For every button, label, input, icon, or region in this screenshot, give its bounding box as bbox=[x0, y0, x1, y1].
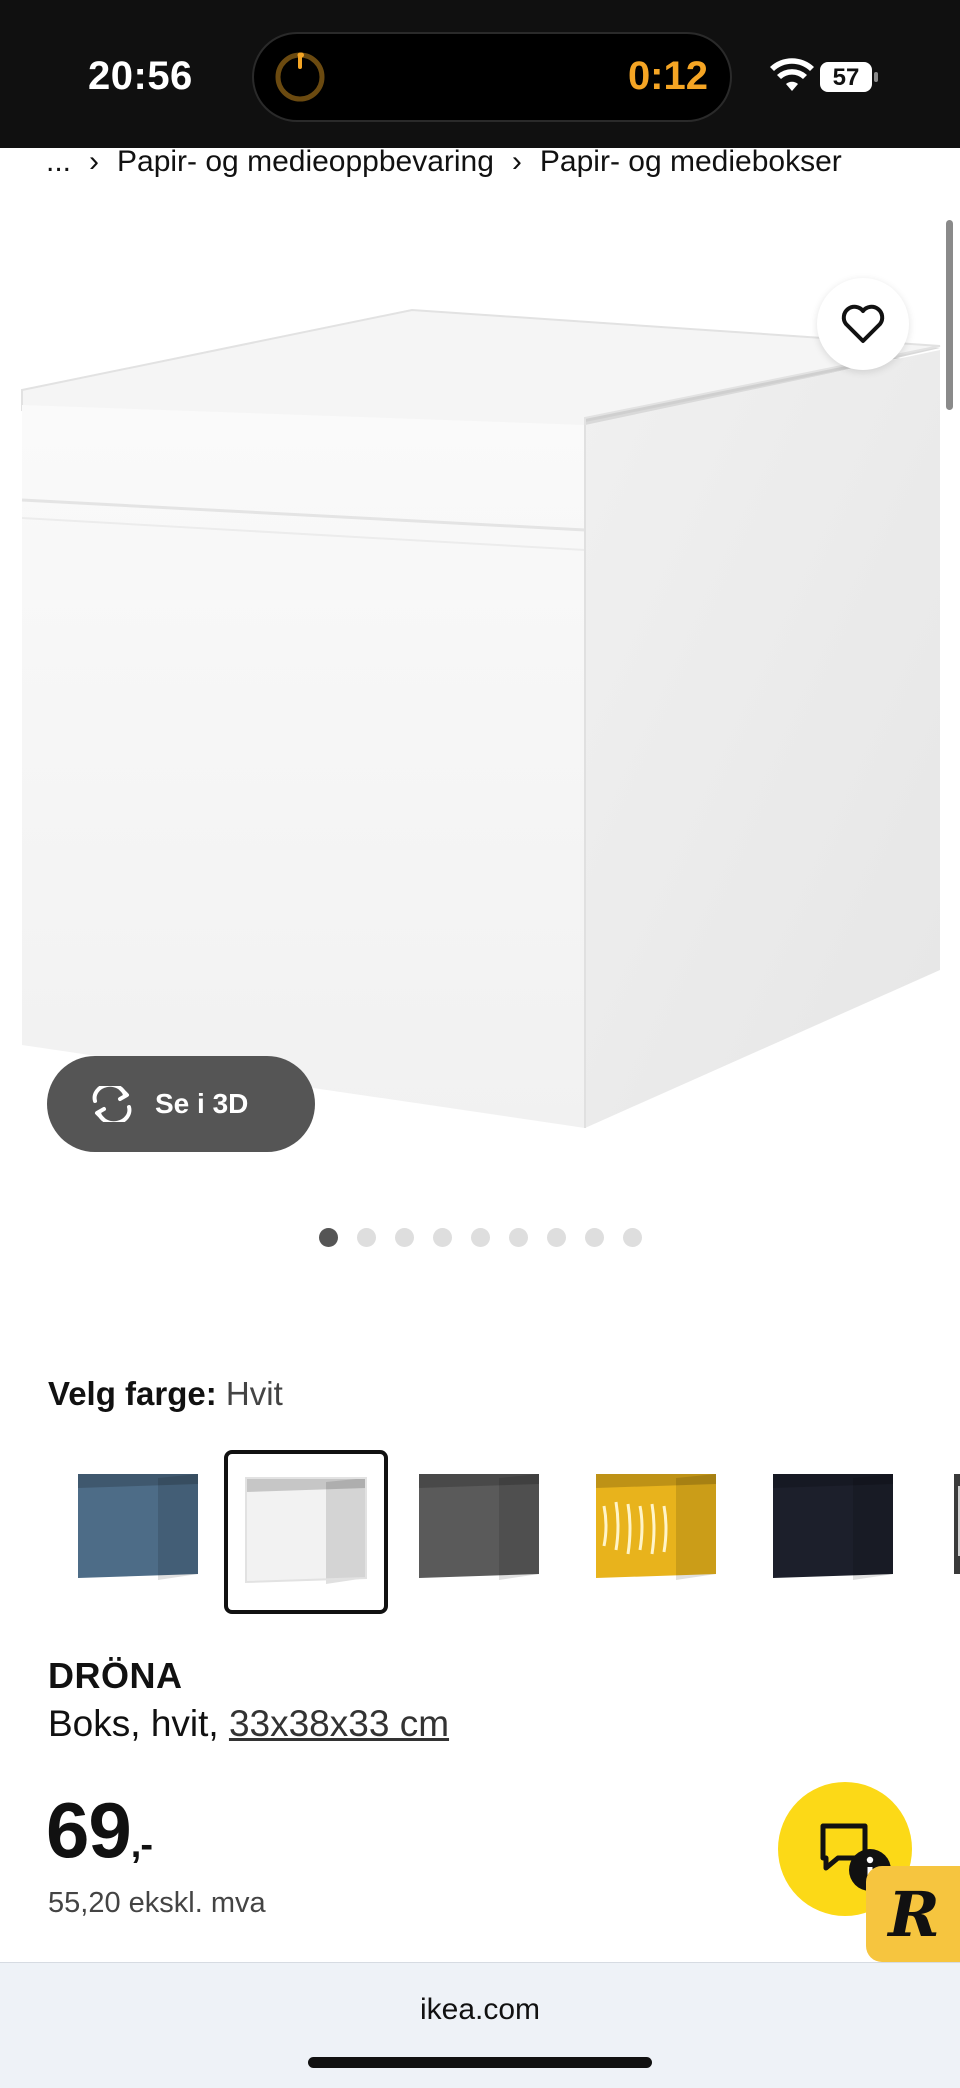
swatch-box-image bbox=[954, 1474, 960, 1574]
gallery-pagination bbox=[0, 1228, 960, 1247]
timer-icon bbox=[275, 52, 325, 102]
browser-bottom-bar: ikea.com bbox=[0, 1962, 960, 2088]
view-in-3d-label: Se i 3D bbox=[155, 1088, 249, 1119]
wifi-icon bbox=[770, 58, 814, 91]
price-excl-vat: 55,20 ekskl. mva bbox=[48, 1887, 266, 1919]
breadcrumb: ... › Papir- og medieoppbevaring › Papir… bbox=[46, 140, 842, 184]
pagination-dot[interactable] bbox=[356, 1228, 376, 1247]
heart-icon bbox=[841, 304, 885, 343]
favorite-button[interactable] bbox=[817, 278, 909, 370]
page-scrollbar[interactable] bbox=[946, 220, 953, 410]
price-suffix: ,- bbox=[130, 1824, 153, 1866]
pagination-dot[interactable] bbox=[546, 1228, 566, 1247]
breadcrumb-item-papir-og-mediebokser[interactable]: Papir- og mediebokser bbox=[540, 145, 842, 179]
product-image[interactable] bbox=[0, 200, 960, 1200]
color-swatches bbox=[50, 1450, 960, 1618]
price-value: 69 bbox=[46, 1786, 132, 1874]
r-logo-badge[interactable]: R bbox=[866, 1866, 960, 1962]
color-label-text: Velg farge: bbox=[48, 1375, 217, 1412]
product-description: Boks, hvit, 33x38x33 cm bbox=[48, 1703, 449, 1745]
status-time: 20:56 bbox=[88, 54, 193, 98]
svg-text:R: R bbox=[886, 1878, 940, 1951]
breadcrumb-separator-icon: › bbox=[511, 145, 522, 178]
product-name: DRÖNA bbox=[48, 1655, 183, 1696]
pagination-dot[interactable] bbox=[432, 1228, 452, 1247]
url-bar[interactable]: ikea.com bbox=[0, 1993, 960, 2027]
product-price: 69,- bbox=[46, 1785, 153, 1876]
swatch-box-image bbox=[773, 1474, 893, 1580]
selected-color: Hvit bbox=[225, 1375, 283, 1412]
status-bar: 20:56 0:12 57 bbox=[0, 0, 960, 148]
breadcrumb-ellipsis[interactable]: ... bbox=[46, 145, 71, 179]
battery-level: 57 bbox=[832, 64, 860, 91]
pagination-dot[interactable] bbox=[394, 1228, 414, 1247]
product-size-link[interactable]: 33x38x33 cm bbox=[229, 1703, 449, 1744]
color-swatch[interactable] bbox=[60, 1450, 224, 1614]
pagination-dot[interactable] bbox=[584, 1228, 604, 1247]
color-label: Velg farge: Hvit bbox=[48, 1375, 283, 1413]
view-in-3d-button[interactable]: Se i 3D bbox=[47, 1056, 315, 1152]
breadcrumb-separator-icon: › bbox=[89, 145, 100, 178]
color-swatch[interactable] bbox=[224, 1450, 388, 1614]
product-type: Boks, hvit, bbox=[48, 1703, 229, 1744]
color-swatch[interactable] bbox=[401, 1450, 565, 1614]
rotate-3d-icon bbox=[92, 1086, 132, 1122]
r-logo-icon: R bbox=[886, 1878, 940, 1951]
pagination-dot[interactable] bbox=[622, 1228, 642, 1247]
dynamic-island[interactable]: 0:12 bbox=[252, 32, 732, 122]
swatch-box-image bbox=[78, 1474, 198, 1580]
pagination-dot[interactable] bbox=[318, 1228, 338, 1247]
timer-text: 0:12 bbox=[627, 54, 708, 98]
breadcrumb-item-papir-og-medieoppbevaring[interactable]: Papir- og medieoppbevaring bbox=[117, 145, 494, 179]
swatch-box-image bbox=[419, 1474, 539, 1580]
swatch-box-image bbox=[596, 1474, 716, 1580]
color-swatch[interactable] bbox=[755, 1450, 919, 1614]
color-swatch[interactable] bbox=[948, 1450, 960, 1614]
pagination-dot[interactable] bbox=[470, 1228, 490, 1247]
color-swatch[interactable] bbox=[578, 1450, 742, 1614]
swatch-box-image bbox=[245, 1477, 367, 1584]
pagination-dot[interactable] bbox=[508, 1228, 528, 1247]
battery-icon: 57 bbox=[820, 62, 878, 92]
home-indicator[interactable] bbox=[308, 2057, 652, 2068]
